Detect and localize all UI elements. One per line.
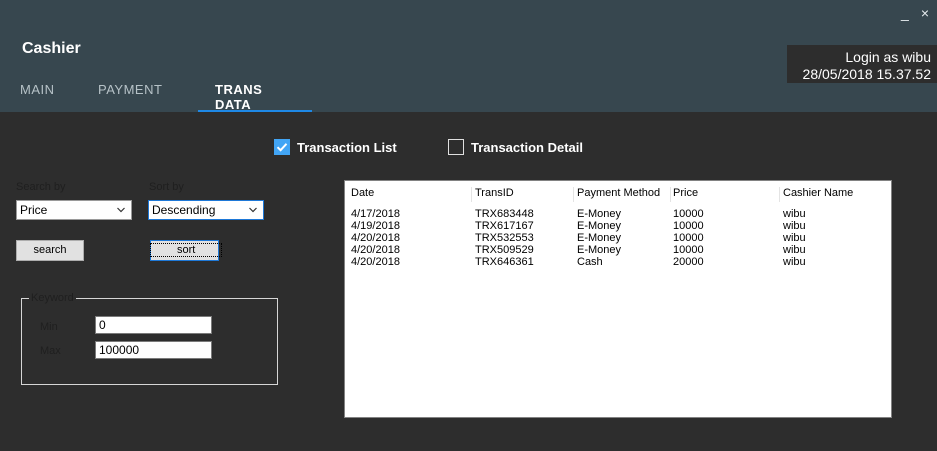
cashier-window: _ × Cashier MAIN PAYMENT TRANS DATA Logi… bbox=[0, 0, 937, 451]
checkbox-checked-icon bbox=[274, 139, 290, 155]
cell-cashier-name: wibu bbox=[783, 232, 806, 244]
sort-by-value: Descending bbox=[152, 203, 216, 217]
cell-cashier-name: wibu bbox=[783, 244, 806, 256]
cell-payment-method: E-Money bbox=[577, 232, 622, 244]
cell-payment-method: E-Money bbox=[577, 244, 622, 256]
column-header-date[interactable]: Date bbox=[345, 187, 472, 202]
sort-button[interactable]: sort bbox=[149, 240, 223, 261]
max-input[interactable]: 100000 bbox=[95, 341, 212, 359]
cell-price: 10000 bbox=[673, 244, 704, 256]
table-row[interactable]: 4/20/2018 TRX509529 E-Money 10000 wibu bbox=[345, 244, 891, 256]
tab-payment[interactable]: PAYMENT bbox=[80, 78, 198, 112]
chevron-down-icon bbox=[249, 207, 257, 213]
sort-by-select[interactable]: Descending bbox=[148, 200, 264, 220]
transaction-list-label: Transaction List bbox=[297, 139, 397, 155]
table-header: Date TransID Payment Method Price Cashie… bbox=[345, 181, 891, 203]
login-status: Login as wibu 28/05/2018 15.37.52 bbox=[787, 45, 937, 83]
close-button[interactable]: × bbox=[921, 6, 929, 20]
cell-payment-method: E-Money bbox=[577, 208, 622, 220]
login-user-text: Login as wibu bbox=[845, 49, 931, 65]
search-button[interactable]: search bbox=[16, 240, 84, 261]
table-body: 4/17/2018 TRX683448 E-Money 10000 wibu 4… bbox=[345, 203, 891, 268]
column-header-price[interactable]: Price bbox=[671, 187, 780, 202]
window-controls: _ × bbox=[901, 6, 929, 20]
cell-transid: TRX646361 bbox=[475, 256, 534, 268]
cell-transid: TRX509529 bbox=[475, 244, 534, 256]
table-row[interactable]: 4/17/2018 TRX683448 E-Money 10000 wibu bbox=[345, 208, 891, 220]
title-bar: _ × bbox=[0, 0, 937, 30]
app-title: Cashier bbox=[22, 40, 81, 57]
transaction-table[interactable]: Date TransID Payment Method Price Cashie… bbox=[344, 180, 892, 418]
keyword-legend: Keyword bbox=[29, 292, 76, 304]
cell-cashier-name: wibu bbox=[783, 256, 806, 268]
cell-date: 4/20/2018 bbox=[351, 256, 400, 268]
min-input[interactable]: 0 bbox=[95, 316, 212, 334]
sort-by-label: Sort by bbox=[149, 181, 184, 193]
tab-bar: MAIN PAYMENT TRANS DATA bbox=[0, 78, 312, 112]
column-header-transid[interactable]: TransID bbox=[472, 187, 574, 202]
search-by-label: Search by bbox=[16, 181, 66, 193]
cell-payment-method: E-Money bbox=[577, 220, 622, 232]
cell-cashier-name: wibu bbox=[783, 208, 806, 220]
tab-main[interactable]: MAIN bbox=[0, 78, 80, 112]
column-header-payment-method[interactable]: Payment Method bbox=[574, 187, 671, 202]
search-by-select[interactable]: Price bbox=[16, 200, 132, 220]
search-by-value: Price bbox=[20, 203, 48, 217]
cell-cashier-name: wibu bbox=[783, 220, 806, 232]
cell-payment-method: Cash bbox=[577, 256, 603, 268]
cell-transid: TRX683448 bbox=[475, 208, 534, 220]
cell-date: 4/19/2018 bbox=[351, 220, 400, 232]
cell-price: 20000 bbox=[673, 256, 704, 268]
transaction-list-checkbox[interactable]: Transaction List bbox=[274, 139, 397, 155]
transaction-detail-checkbox[interactable]: Transaction Detail bbox=[448, 139, 583, 155]
table-row[interactable]: 4/20/2018 TRX646361 Cash 20000 wibu bbox=[345, 256, 891, 268]
cell-transid: TRX617167 bbox=[475, 220, 534, 232]
login-datetime: 28/05/2018 15.37.52 bbox=[802, 66, 931, 82]
cell-price: 10000 bbox=[673, 208, 704, 220]
checkbox-unchecked-icon bbox=[448, 139, 464, 155]
column-header-cashier-name[interactable]: Cashier Name bbox=[780, 187, 890, 202]
sort-button-label: sort bbox=[149, 243, 223, 257]
transaction-detail-label: Transaction Detail bbox=[471, 139, 583, 155]
max-label: Max bbox=[40, 345, 61, 357]
minimize-button[interactable]: _ bbox=[901, 6, 909, 20]
chevron-down-icon bbox=[117, 207, 125, 213]
cell-date: 4/17/2018 bbox=[351, 208, 400, 220]
cell-date: 4/20/2018 bbox=[351, 232, 400, 244]
table-row[interactable]: 4/19/2018 TRX617167 E-Money 10000 wibu bbox=[345, 220, 891, 232]
cell-price: 10000 bbox=[673, 220, 704, 232]
tab-trans-data[interactable]: TRANS DATA bbox=[198, 78, 312, 112]
min-label: Min bbox=[40, 321, 58, 333]
cell-transid: TRX532553 bbox=[475, 232, 534, 244]
table-row[interactable]: 4/20/2018 TRX532553 E-Money 10000 wibu bbox=[345, 232, 891, 244]
cell-date: 4/20/2018 bbox=[351, 244, 400, 256]
cell-price: 10000 bbox=[673, 232, 704, 244]
